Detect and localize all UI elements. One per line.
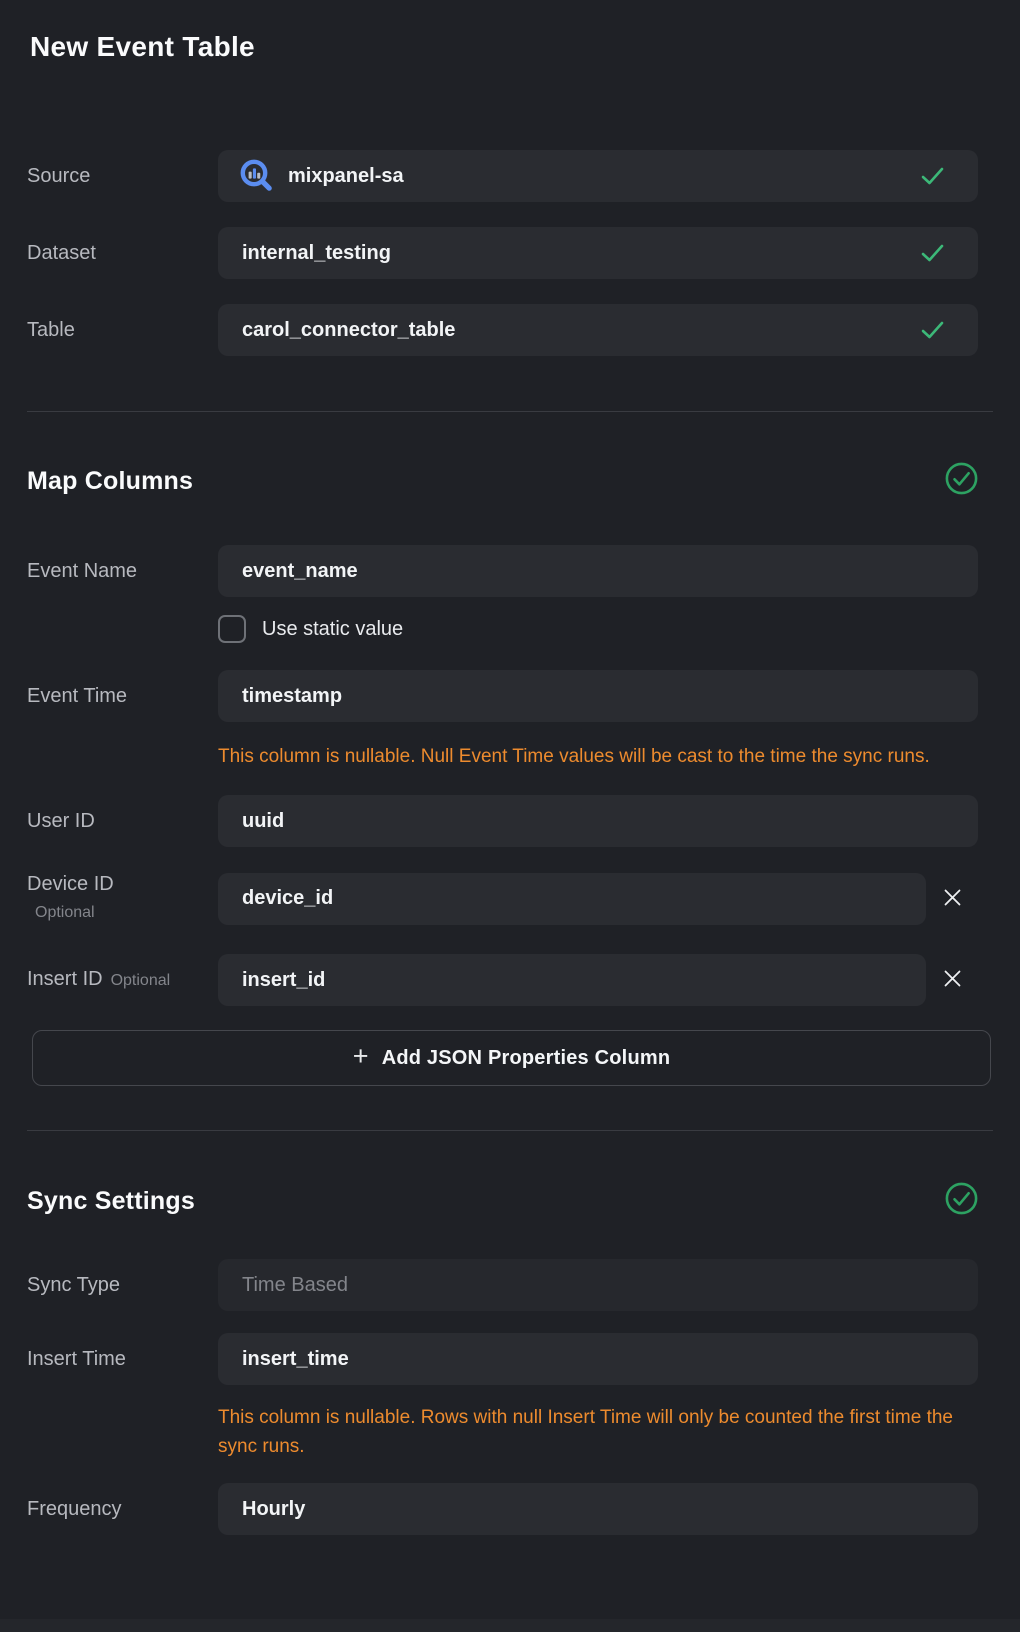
page-title: New Event Table [30, 30, 993, 64]
use-static-value-label: Use static value [262, 618, 403, 641]
user-id-label: User ID [27, 809, 218, 833]
frequency-select[interactable]: Hourly [218, 1483, 978, 1535]
dataset-value: internal_testing [242, 242, 391, 265]
section-divider [27, 1130, 993, 1131]
green-circle-check-icon [945, 1182, 978, 1220]
green-circle-check-icon [945, 462, 978, 500]
insert-id-clear-button[interactable] [926, 954, 978, 1006]
bottom-edge-bar [0, 1619, 1020, 1632]
user-id-row: User ID uuid [27, 795, 978, 847]
section-divider [27, 411, 993, 412]
event-time-row: Event Time timestamp [27, 670, 978, 722]
table-valid-check-icon [921, 321, 944, 340]
add-json-properties-column-label: Add JSON Properties Column [382, 1047, 671, 1070]
sync-settings-header: Sync Settings [27, 1184, 978, 1218]
sync-type-label: Sync Type [27, 1273, 218, 1297]
event-time-value: timestamp [242, 685, 342, 708]
use-static-value-row: Use static value [218, 615, 993, 643]
table-value: carol_connector_table [242, 319, 455, 342]
dataset-label: Dataset [27, 241, 218, 265]
dataset-select[interactable]: internal_testing [218, 227, 978, 279]
insert-id-select[interactable]: insert_id [218, 954, 926, 1006]
dataset-valid-check-icon [921, 244, 944, 263]
device-id-label: Device ID Optional [27, 872, 218, 925]
insert-id-row: Insert IDOptional insert_id [27, 954, 978, 1006]
insert-id-value: insert_id [242, 969, 325, 992]
table-row: Table carol_connector_table [27, 304, 978, 356]
dataset-row: Dataset internal_testing [27, 227, 978, 279]
frequency-label: Frequency [27, 1497, 218, 1521]
event-time-label: Event Time [27, 684, 218, 708]
frequency-row: Frequency Hourly [27, 1483, 978, 1535]
source-label: Source [27, 164, 218, 188]
user-id-select[interactable]: uuid [218, 795, 978, 847]
event-name-value: event_name [242, 560, 358, 583]
user-id-value: uuid [242, 810, 284, 833]
insert-time-select[interactable]: insert_time [218, 1333, 978, 1385]
source-valid-check-icon [921, 167, 944, 186]
new-event-table-form: New Event Table Source mixpanel-sa [0, 0, 1020, 1535]
source-row: Source mixpanel-sa [27, 150, 978, 202]
map-columns-section: Map Columns Event Name event_name Use st… [27, 464, 993, 1086]
insert-time-label: Insert Time [27, 1347, 218, 1371]
add-json-properties-column-button[interactable]: + Add JSON Properties Column [32, 1030, 991, 1086]
event-name-select[interactable]: event_name [218, 545, 978, 597]
sync-type-row: Sync Type Time Based [27, 1259, 978, 1311]
device-id-row: Device ID Optional device_id [27, 872, 978, 925]
event-name-label: Event Name [27, 559, 218, 583]
device-id-clear-button[interactable] [926, 873, 978, 925]
source-select[interactable]: mixpanel-sa [218, 150, 978, 202]
source-value: mixpanel-sa [288, 165, 404, 188]
insert-time-value: insert_time [242, 1348, 349, 1371]
bigquery-logo-icon [238, 157, 276, 195]
sync-type-value: Time Based [242, 1274, 348, 1297]
device-id-select[interactable]: device_id [218, 873, 926, 925]
insert-time-row: Insert Time insert_time [27, 1333, 978, 1385]
plus-icon: + [353, 1043, 369, 1070]
event-time-nullable-warning: This column is nullable. Null Event Time… [218, 742, 953, 771]
map-columns-header: Map Columns [27, 464, 978, 498]
frequency-value: Hourly [242, 1498, 305, 1521]
sync-type-select: Time Based [218, 1259, 978, 1311]
insert-id-optional-tag: Optional [111, 972, 171, 989]
insert-time-nullable-warning: This column is nullable. Rows with null … [218, 1403, 953, 1461]
event-name-row: Event Name event_name [27, 545, 978, 597]
close-icon [942, 968, 963, 992]
close-icon [942, 887, 963, 911]
use-static-value-checkbox[interactable] [218, 615, 246, 643]
connection-section: Source mixpanel-sa Dataset [27, 150, 993, 356]
insert-id-label: Insert IDOptional [27, 967, 218, 993]
sync-settings-title: Sync Settings [27, 1187, 195, 1216]
event-time-select[interactable]: timestamp [218, 670, 978, 722]
table-label: Table [27, 318, 218, 342]
sync-settings-section: Sync Settings Sync Type Time Based Inser… [27, 1184, 993, 1535]
table-select[interactable]: carol_connector_table [218, 304, 978, 356]
device-id-optional-tag: Optional [27, 901, 218, 925]
device-id-value: device_id [242, 887, 333, 910]
map-columns-title: Map Columns [27, 467, 193, 496]
